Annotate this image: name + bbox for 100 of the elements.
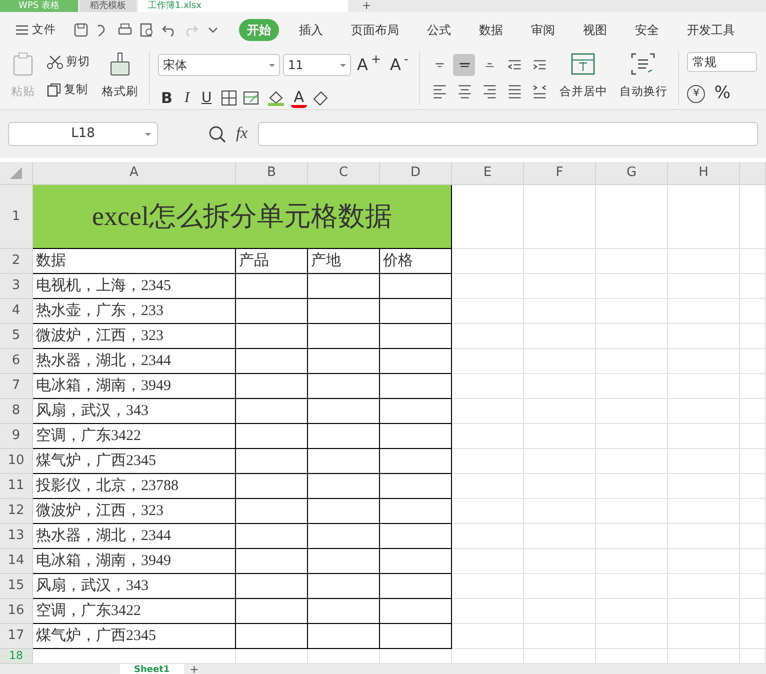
row-header[interactable]: 11 <box>0 474 33 499</box>
column-header[interactable]: B <box>236 162 308 185</box>
corner-icon <box>10 167 22 179</box>
ribbon-tab[interactable]: 安全 <box>627 19 667 41</box>
table-cell: 煤气炉，广西2345 <box>33 449 236 474</box>
number-format-field[interactable]: 常规 <box>687 52 758 72</box>
table-cell <box>236 624 308 649</box>
row-header[interactable]: 17 <box>0 624 33 649</box>
row-header[interactable]: 14 <box>0 549 33 574</box>
row-header[interactable]: 10 <box>0 449 33 474</box>
table-cell <box>380 599 452 624</box>
table-cell <box>380 524 452 549</box>
table-cell <box>236 374 308 399</box>
align-middle-button[interactable] <box>453 54 476 76</box>
column-header[interactable]: F <box>524 162 596 185</box>
sheet-tab[interactable]: Sheet1 <box>120 664 184 674</box>
alignment-icon <box>508 60 521 70</box>
table-cell <box>308 474 380 499</box>
row-header[interactable]: 15 <box>0 574 33 599</box>
column-header[interactable]: G <box>596 162 668 185</box>
alignment-icon <box>458 85 471 99</box>
format-painter-button[interactable]: 格式刷 <box>99 82 141 102</box>
underline-button[interactable]: U <box>198 86 215 109</box>
table-cell <box>236 449 308 474</box>
new-tab-button[interactable]: + <box>356 0 378 12</box>
row-header[interactable]: 5 <box>0 324 33 349</box>
zoom-icon[interactable] <box>208 125 226 143</box>
row-header[interactable]: 9 <box>0 424 33 449</box>
table-cell <box>236 299 308 324</box>
table-cell <box>380 574 452 599</box>
row-header[interactable]: 7 <box>0 374 33 399</box>
cut-button[interactable]: 剪切 <box>44 52 93 72</box>
font-name-field[interactable]: 宋体 <box>158 54 280 76</box>
ribbon-tab[interactable]: 页面布局 <box>343 19 407 41</box>
ribbon-tab[interactable]: 开发工具 <box>679 19 743 41</box>
add-sheet-button[interactable]: + <box>184 664 205 674</box>
paintbrush-icon[interactable] <box>109 52 131 76</box>
row-header[interactable]: 13 <box>0 524 33 549</box>
formula-field[interactable] <box>258 122 758 146</box>
alignment-icon <box>532 60 546 70</box>
row-header[interactable]: 4 <box>0 299 33 324</box>
eraser-icon[interactable] <box>312 90 329 106</box>
wrap-text-button[interactable]: 自动换行 <box>616 82 670 102</box>
column-header[interactable]: D <box>380 162 452 185</box>
currency-button[interactable]: ¥ <box>687 84 706 103</box>
column-header[interactable]: H <box>668 162 740 185</box>
border-icon[interactable] <box>220 90 237 106</box>
row-header[interactable]: 6 <box>0 349 33 374</box>
shrink-font-button[interactable]: A$^{-}$ <box>387 52 412 78</box>
row-header[interactable]: 1 <box>0 185 33 249</box>
table-cell <box>308 599 380 624</box>
table-cell <box>380 474 452 499</box>
table-cell: 风扇，武汉，343 <box>33 399 236 424</box>
name-box[interactable]: L18 <box>8 122 158 146</box>
ribbon-tab[interactable]: 插入 <box>291 19 331 41</box>
column-header[interactable]: C <box>308 162 380 185</box>
merge-cells-icon[interactable] <box>570 52 596 76</box>
table-cell <box>236 274 308 299</box>
table-cell: 产品 <box>236 249 308 274</box>
grow-font-button[interactable]: A$^{+}$ <box>354 52 384 78</box>
table-cell <box>380 324 452 349</box>
bold-button[interactable]: B <box>158 86 176 109</box>
ribbon-tab[interactable]: 数据 <box>471 19 511 41</box>
ribbon-tab[interactable]: 公式 <box>419 19 459 41</box>
file-menu[interactable]: 文件 <box>12 20 59 40</box>
row-header[interactable]: 2 <box>0 249 33 274</box>
table-cell <box>380 624 452 649</box>
wrap-text-icon[interactable] <box>630 52 656 76</box>
table-cell <box>308 624 380 649</box>
table-cell <box>236 424 308 449</box>
table-cell: 产地 <box>308 249 380 274</box>
row-header[interactable]: 8 <box>0 399 33 424</box>
row-header[interactable]: 3 <box>0 274 33 299</box>
percent-button[interactable]: % <box>711 80 734 108</box>
alignment-icon <box>458 62 470 68</box>
merge-center-button[interactable]: 合并居中 <box>556 82 610 102</box>
ribbon-tab[interactable]: 视图 <box>575 19 615 41</box>
caret-icon <box>145 132 151 136</box>
italic-button[interactable]: I <box>181 86 192 109</box>
table-cell: 价格 <box>380 249 452 274</box>
caret-icon <box>340 64 346 66</box>
fill-color-icon[interactable] <box>266 90 285 106</box>
alignment-icon <box>508 85 521 99</box>
table-cell: 微波炉，江西，323 <box>33 499 236 524</box>
table-cell: 电冰箱，湖南，3949 <box>33 549 236 574</box>
ribbon-tab[interactable]: 审阅 <box>523 19 563 41</box>
print-preview-icon[interactable] <box>139 22 155 38</box>
copy-button[interactable]: 复制 <box>44 80 93 100</box>
table-cell <box>308 574 380 599</box>
column-header[interactable]: E <box>452 162 524 185</box>
font-size-field[interactable]: 11 <box>283 54 351 76</box>
cell-style-icon[interactable] <box>242 90 261 106</box>
caret-icon <box>269 64 275 66</box>
save-icon[interactable] <box>73 22 89 38</box>
row-header[interactable]: 16 <box>0 599 33 624</box>
table-cell: 空调，广东3422 <box>33 424 236 449</box>
row-header[interactable]: 12 <box>0 499 33 524</box>
document-tab[interactable]: 工作簿1.xlsx <box>138 0 348 12</box>
document-tab[interactable]: 稻壳模板 <box>80 0 136 12</box>
column-header[interactable]: A <box>33 162 236 185</box>
